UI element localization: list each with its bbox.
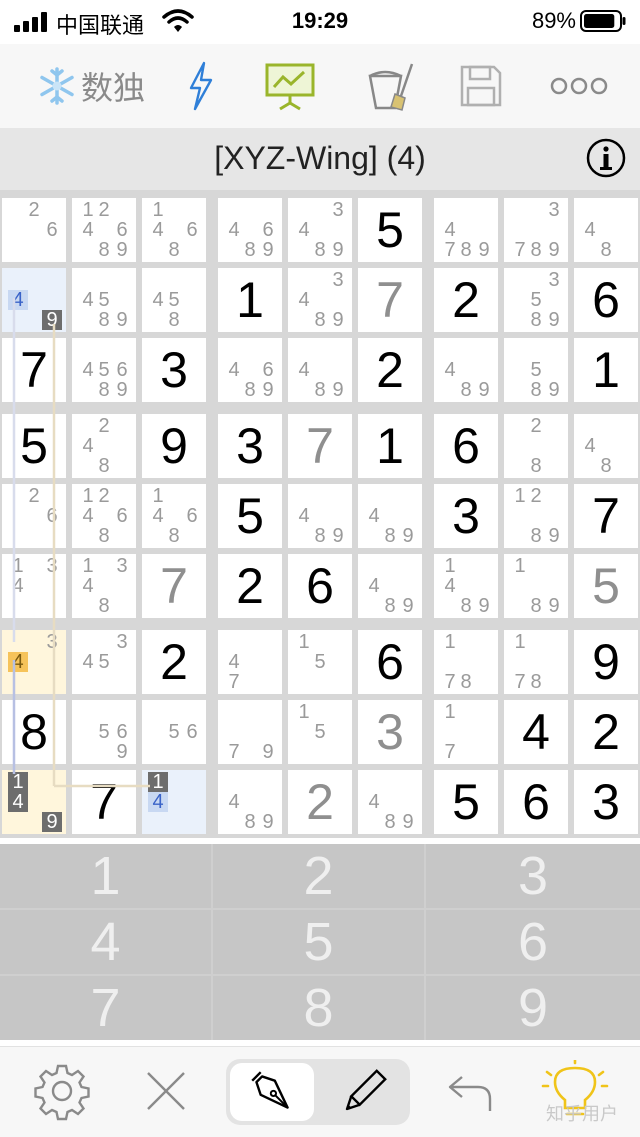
app-name: 数独 (80, 69, 145, 107)
gear-icon (34, 1064, 90, 1121)
keypad-key-6[interactable]: 6 (426, 910, 640, 974)
keypad-key-1[interactable]: 1 (0, 844, 211, 908)
close-icon (147, 1072, 185, 1110)
save-icon (460, 65, 502, 107)
status-bar: 中国联通 19:29 89% (0, 0, 640, 44)
bottom-toolbar (0, 1046, 640, 1137)
info-icon[interactable] (586, 138, 626, 178)
xyz-wing-links (12, 298, 150, 788)
erase-button[interactable] (136, 1061, 196, 1121)
keypad-key-2[interactable]: 2 (213, 844, 424, 908)
toolbar: 数独 (0, 44, 640, 128)
keypad-key-7[interactable]: 7 (0, 976, 211, 1040)
app-logo[interactable]: 数独 (32, 58, 150, 114)
clear-button[interactable] (364, 58, 418, 114)
sudoku-board: 2612468914684689348954789378948494589458… (0, 190, 640, 838)
undo-icon (448, 1076, 492, 1111)
keypad-key-9[interactable]: 9 (426, 976, 640, 1040)
keypad-key-3[interactable]: 3 (426, 844, 640, 908)
snowflake-icon (40, 67, 74, 105)
save-button[interactable] (458, 58, 504, 114)
keypad-key-5[interactable]: 5 (213, 910, 424, 974)
undo-button[interactable] (440, 1061, 500, 1121)
pen-mode-button[interactable] (230, 1063, 314, 1121)
more-icon (550, 77, 608, 95)
hint-button[interactable] (180, 58, 220, 114)
keypad-key-8[interactable]: 8 (213, 976, 424, 1040)
keypad-key-4[interactable]: 4 (0, 910, 211, 974)
clear-icon (368, 63, 414, 111)
more-button[interactable] (548, 58, 610, 114)
watermark: 知乎用户 (546, 1104, 618, 1125)
input-mode-toggle (226, 1059, 410, 1125)
battery-percent: 89% (531, 8, 576, 33)
pencil-icon (345, 1069, 387, 1111)
chart-button[interactable] (262, 58, 318, 114)
technique-title: [XYZ-Wing] (4) (214, 140, 426, 176)
lightning-icon (189, 61, 213, 111)
number-keypad: 123 456 789 (0, 844, 640, 1040)
pencil-mode-button[interactable] (322, 1063, 406, 1121)
pen-icon (251, 1071, 289, 1109)
technique-bar: [XYZ-Wing] (4) (0, 128, 640, 190)
battery-icon (580, 10, 626, 32)
presentation-icon (265, 63, 315, 111)
settings-button[interactable] (30, 1061, 94, 1121)
